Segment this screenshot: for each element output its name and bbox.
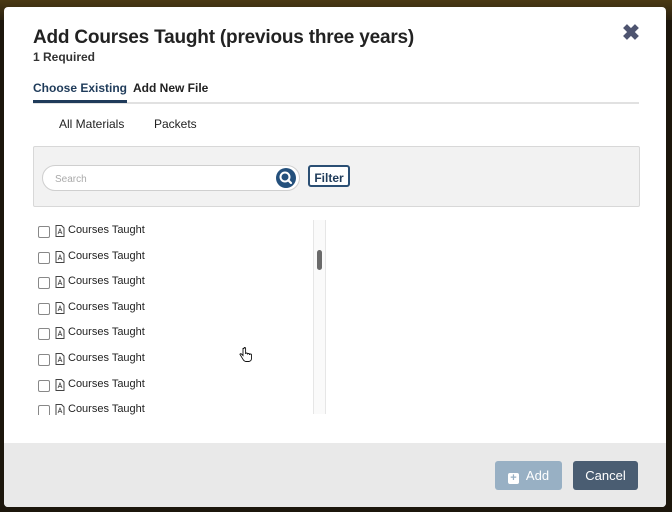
subtab-packets[interactable]: Packets <box>154 117 197 131</box>
tab-choose-existing[interactable]: Choose Existing <box>33 81 128 103</box>
list-item[interactable]: Courses Taught <box>33 249 313 269</box>
search-field <box>42 165 300 191</box>
item-checkbox[interactable] <box>38 251 50 264</box>
item-label: Courses Taught <box>68 249 145 262</box>
search-input[interactable] <box>53 169 267 189</box>
item-label: Courses Taught <box>68 403 145 415</box>
pdf-file-icon <box>55 404 65 415</box>
add-courses-dialog: Add Courses Taught (previous three years… <box>4 7 666 507</box>
pdf-file-icon <box>55 301 65 314</box>
pdf-file-icon <box>55 378 65 391</box>
filter-button[interactable]: Filter <box>308 165 350 187</box>
item-checkbox[interactable] <box>38 277 50 290</box>
pdf-file-icon <box>55 225 65 237</box>
item-checkbox[interactable] <box>38 379 50 392</box>
search-icon <box>279 171 293 185</box>
item-checkbox[interactable] <box>38 226 50 238</box>
subtab-all-materials[interactable]: All Materials <box>59 117 124 131</box>
item-label: Courses Taught <box>68 224 145 236</box>
list-item[interactable]: Courses Taught <box>33 274 313 294</box>
tab-add-new-file[interactable]: Add New File <box>133 81 208 100</box>
pdf-file-icon <box>55 327 65 340</box>
item-checkbox[interactable] <box>38 354 50 366</box>
pdf-file-icon <box>55 276 65 289</box>
materials-list: Courses Taught Courses Taught Courses Taug… <box>33 219 323 415</box>
list-item[interactable]: Courses Taught <box>33 325 313 345</box>
list-item[interactable]: Courses Taught <box>33 351 313 371</box>
list-item[interactable]: Courses Taught <box>33 402 313 415</box>
item-checkbox[interactable] <box>38 405 50 415</box>
dialog-footer: + Add Cancel <box>4 443 666 507</box>
close-icon[interactable]: ✖ <box>620 22 642 44</box>
list-scrollbar[interactable] <box>313 220 326 414</box>
item-checkbox[interactable] <box>38 302 50 315</box>
list-item[interactable]: Courses Taught <box>33 300 313 320</box>
list-item[interactable]: Courses Taught <box>33 223 313 243</box>
add-button-label: Add <box>525 468 550 483</box>
item-label: Courses Taught <box>68 300 145 313</box>
plus-square-icon: + <box>507 473 519 484</box>
item-checkbox[interactable] <box>38 328 50 341</box>
scrollbar-thumb[interactable] <box>317 250 322 270</box>
search-button[interactable] <box>276 168 296 188</box>
search-toolbar: Filter <box>33 146 640 207</box>
item-label: Courses Taught <box>68 275 145 288</box>
cancel-button[interactable]: Cancel <box>573 461 638 490</box>
hand-cursor-icon <box>239 347 252 362</box>
tab-bar: Choose Existing Add New File <box>33 79 639 104</box>
item-label: Courses Taught <box>68 352 145 364</box>
dialog-title: Add Courses Taught (previous three years… <box>33 27 415 48</box>
list-item[interactable]: Courses Taught <box>33 377 313 397</box>
item-label: Courses Taught <box>68 377 145 390</box>
required-count: 1 Required <box>33 50 96 64</box>
pdf-file-icon <box>55 353 65 365</box>
add-button[interactable]: + Add <box>495 461 562 490</box>
item-label: Courses Taught <box>68 326 145 339</box>
pdf-file-icon <box>55 250 65 263</box>
